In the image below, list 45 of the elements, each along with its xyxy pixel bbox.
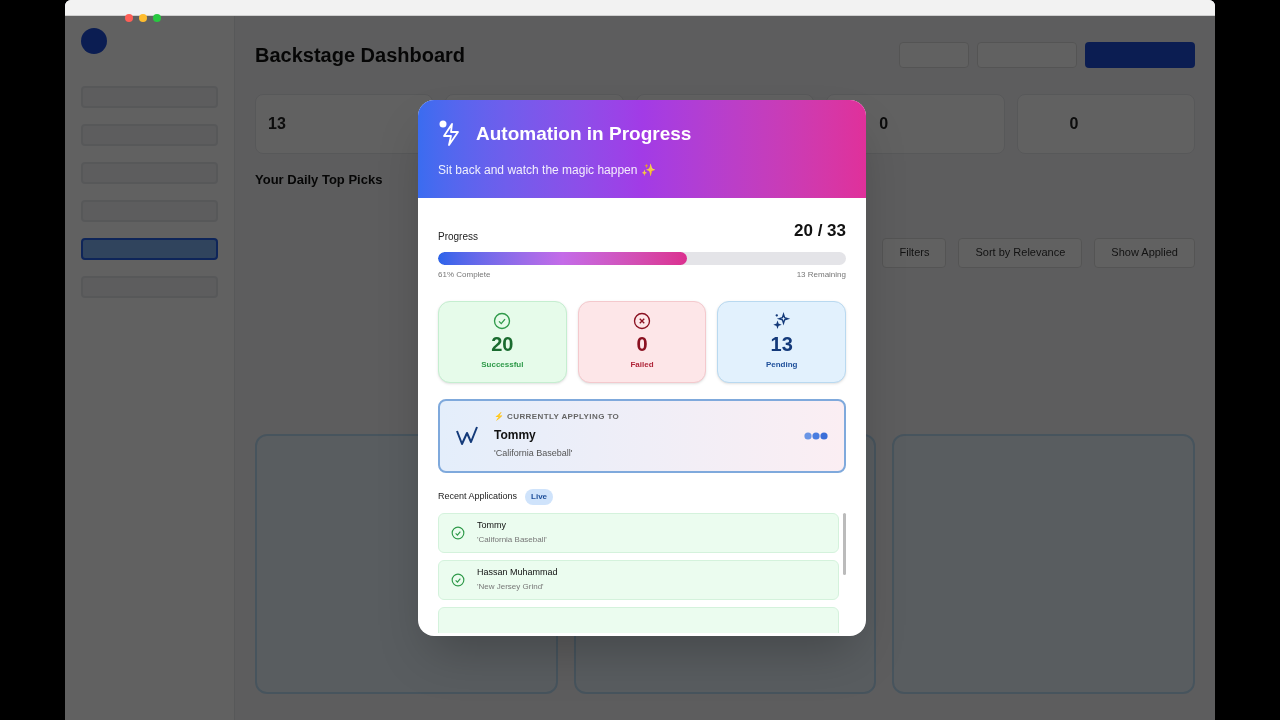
stat-value: 0: [1069, 114, 1079, 134]
stat-value: 0: [879, 114, 889, 134]
app-logo-icon: [81, 28, 107, 54]
project-name: 'New Jersey Grind': [477, 581, 545, 594]
stat-value: 20: [491, 332, 514, 357]
dialog-title: Automation in Progress: [476, 122, 692, 146]
stat-label: Failed: [630, 359, 654, 371]
check-circle-icon: [451, 525, 465, 540]
check-circle-icon: [493, 312, 512, 330]
loading-dots-icon: [804, 431, 828, 440]
application-row[interactable]: Tommy 'California Baseball': [438, 512, 839, 553]
current-name: Tommy: [494, 426, 537, 444]
applicant-name: Hassan Muhammad: [477, 565, 558, 579]
minimize-window-icon[interactable]: [139, 14, 147, 22]
remaining-text: 13 Remaining: [796, 268, 846, 281]
application-row[interactable]: Hassan Muhammad 'New Jersey Grind': [438, 559, 839, 600]
current-project: 'California Baseball': [494, 446, 574, 460]
filter-button[interactable]: Filters: [882, 237, 947, 268]
sparkles-icon: [772, 312, 791, 330]
filter-button[interactable]: Sort by Relevance: [958, 237, 1083, 268]
percent-text: 61% Complete: [438, 268, 491, 281]
dialog-subtitle: Sit back and watch the magic happen ✨: [438, 161, 657, 179]
sidebar-item[interactable]: [81, 238, 218, 260]
progress-count: 20 / 33: [794, 220, 846, 242]
stat-label: Pending: [765, 359, 798, 371]
filter-button[interactable]: Show Applied: [1094, 237, 1195, 268]
live-badge: Live: [525, 488, 554, 505]
applicant-name: Tommy: [477, 518, 507, 532]
page-title: Backstage Dashboard: [255, 43, 466, 68]
scrollbar[interactable]: [843, 512, 846, 575]
section-title: Your Daily Top Picks: [255, 171, 383, 189]
project-name: 'California Baseball': [477, 534, 547, 547]
x-circle-icon: [633, 312, 651, 330]
stat-value: 0: [636, 332, 648, 357]
stat-value: 13: [770, 332, 793, 357]
zigzag-logo-icon: [456, 425, 478, 446]
stat-value: 13: [268, 114, 286, 134]
primary-button[interactable]: [1085, 42, 1195, 68]
check-circle-icon: [451, 572, 465, 587]
progress-label: Progress: [438, 229, 478, 244]
maximize-window-icon[interactable]: [153, 14, 161, 22]
current-caption: ⚡ CURRENTLY APPLYING TO: [494, 410, 621, 423]
recent-title: Recent Applications: [438, 489, 518, 503]
close-window-icon[interactable]: [125, 14, 133, 22]
stat-label: Successful: [481, 359, 524, 371]
